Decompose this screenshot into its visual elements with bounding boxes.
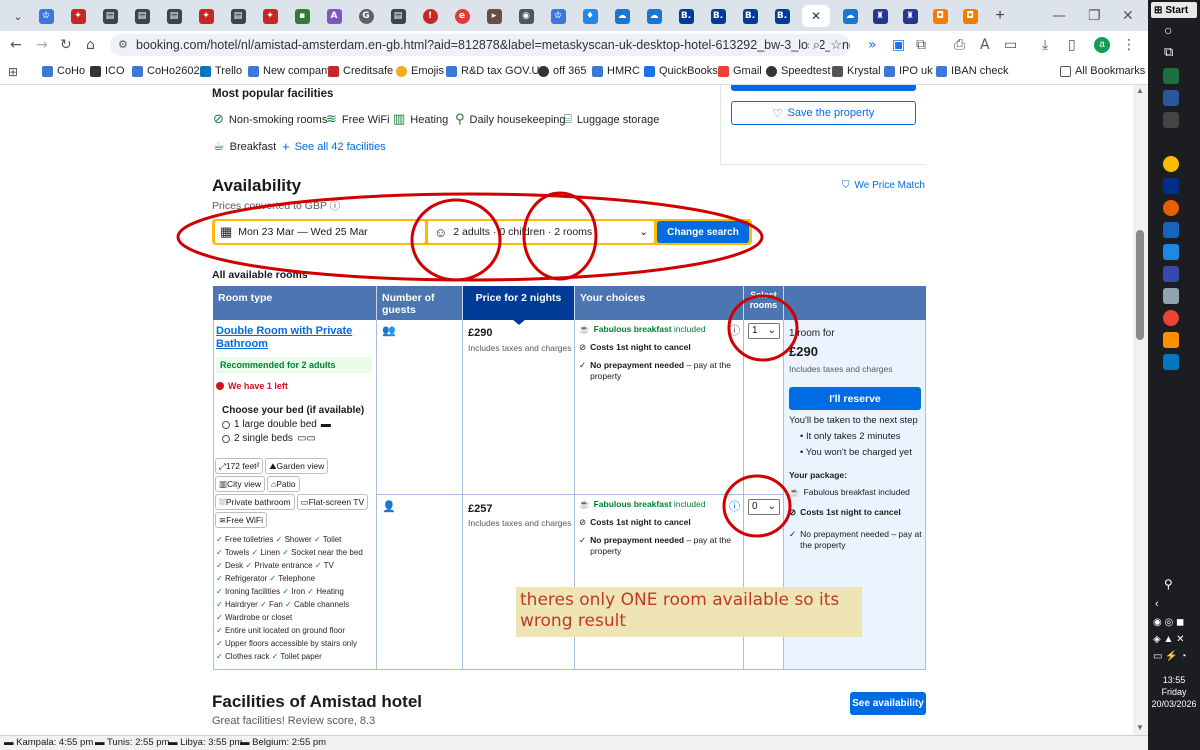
tray-icons[interactable]: ◈ ▲ ✕ [1153, 634, 1185, 645]
clock-date: 20/03/2026 [1151, 699, 1197, 709]
app-icon[interactable] [1163, 178, 1179, 194]
annotation-circle [722, 474, 792, 538]
clock-item: ▬ Belgium: 2:55 pm [240, 737, 327, 748]
clock-text: Tunis: 2:55 pm [106, 737, 170, 748]
scrollbar-thumb[interactable] [1136, 230, 1144, 340]
system-clock[interactable]: 13:55 Friday 20/03/2026 [1148, 674, 1200, 710]
clock-text: Kampala: 4:55 pm [16, 737, 94, 748]
annotation-circle [522, 191, 598, 281]
clock-text: Libya: 3:55 pm [180, 737, 243, 748]
scroll-up-icon[interactable]: ▲ [1136, 86, 1144, 95]
tray-icons[interactable]: ◉ ◎ ◼ [1153, 617, 1184, 628]
clock-day: Friday [1161, 687, 1187, 697]
taskbar: ⊞ Start ○ ⧉ ⚲ ‹ ◉ ◎ ◼ ◈ ▲ ✕ ▭ ⚡ ◔ 13:55 F… [1148, 0, 1200, 750]
word-icon[interactable] [1163, 90, 1179, 106]
start-label: Start [1165, 4, 1189, 16]
scroll-down-icon[interactable]: ▼ [1136, 723, 1144, 732]
firefox-icon[interactable] [1163, 200, 1179, 216]
clock-item: ▬ Tunis: 2:55 pm [95, 737, 170, 748]
annotation-circle [410, 198, 502, 282]
annotation-layer [176, 191, 799, 538]
vlc-icon[interactable] [1163, 332, 1179, 348]
page-scrollbar[interactable]: ▲ ▼ [1133, 85, 1148, 735]
chrome-icon[interactable] [1163, 156, 1179, 172]
start-button[interactable]: ⊞ Start [1151, 2, 1197, 18]
clock-time: 13:55 [1162, 675, 1186, 685]
annotation-circle [176, 192, 764, 282]
task-view-icon[interactable]: ⧉ [1164, 44, 1173, 60]
app-icon[interactable] [1163, 222, 1179, 238]
tray-icons[interactable]: ▭ ⚡ ◔ [1153, 651, 1187, 662]
app-icon[interactable] [1163, 266, 1179, 282]
clock-text: Belgium: 2:55 pm [252, 737, 327, 748]
annotation-circle [727, 294, 799, 362]
people-icon[interactable]: ⚲ [1164, 577, 1173, 591]
chrome-icon[interactable] [1163, 310, 1179, 326]
clock-bar: ▬ Kampala: 4:55 pm ▬ Tunis: 2:55 pm ▬ Li… [0, 735, 1148, 750]
app-icon[interactable] [1163, 112, 1179, 128]
clock-item: ▬ Kampala: 4:55 pm [4, 737, 94, 748]
windows-icon: ⊞ [1154, 4, 1163, 16]
chevron-left-icon[interactable]: ‹ [1155, 598, 1159, 610]
clock-item: ▬ Libya: 3:55 pm [168, 737, 243, 748]
search-circle-icon[interactable]: ○ [1164, 22, 1172, 38]
annotation-note: theres only ONE room available so its wr… [516, 587, 862, 637]
app-icon[interactable] [1163, 354, 1179, 370]
search-app-icon[interactable] [1163, 288, 1179, 304]
app-icon[interactable] [1163, 244, 1179, 260]
excel-icon[interactable] [1163, 68, 1179, 84]
